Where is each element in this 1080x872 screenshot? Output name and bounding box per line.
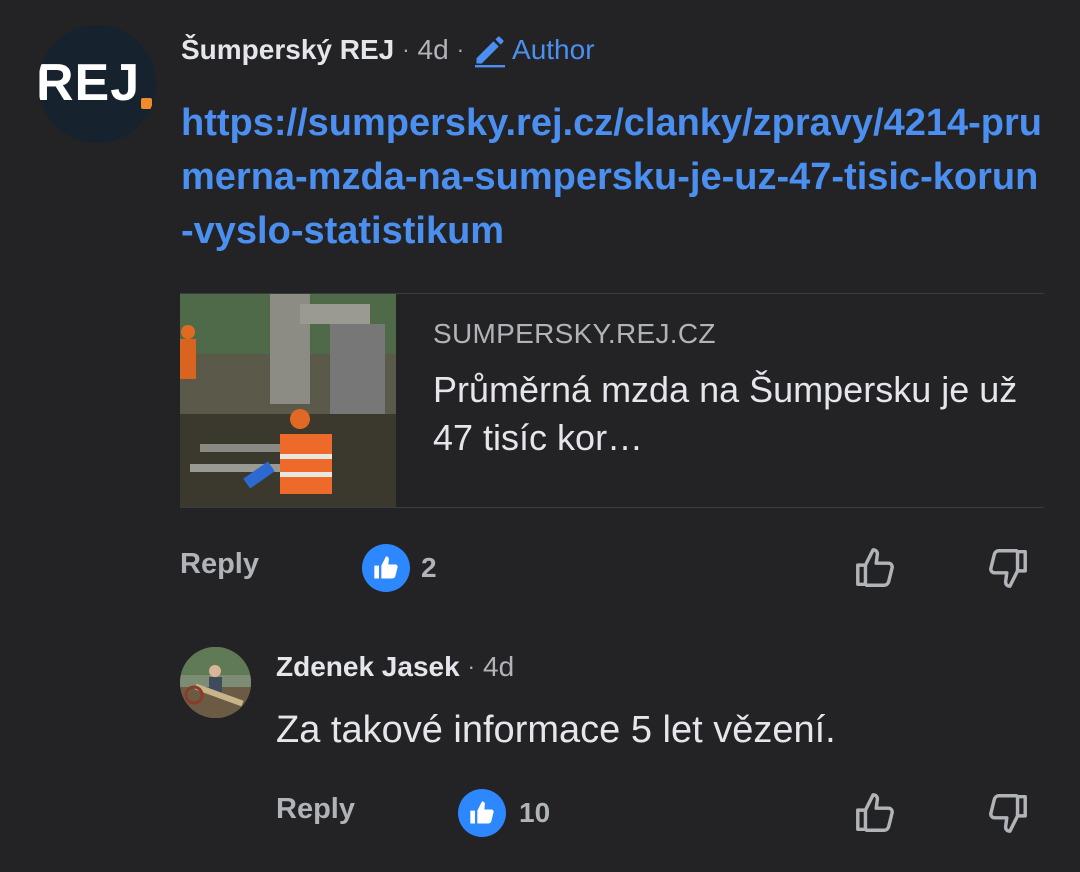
- thumbs-up-icon: [856, 548, 894, 587]
- page-avatar[interactable]: REJ: [38, 25, 156, 143]
- reply-author-name[interactable]: Zdenek Jasek: [276, 651, 460, 683]
- comment-author-name[interactable]: Šumperský REJ: [181, 34, 394, 66]
- thumbs-down-icon: [989, 549, 1027, 588]
- thumbs-up-icon: [856, 793, 894, 832]
- reply-text: Za takové informace 5 let vězení.: [276, 709, 836, 751]
- comment-actions: Reply 2: [180, 540, 1040, 596]
- separator-dot: ·: [456, 37, 465, 62]
- preview-domain: SUMPERSKY.REJ.CZ: [433, 318, 716, 349]
- comment-header: Šumperský REJ · 4d · Author: [181, 28, 595, 72]
- comment-link[interactable]: https://sumpersky.rej.cz/clanky/zpravy/4…: [181, 96, 1047, 258]
- separator-dot: ·: [402, 37, 410, 62]
- thumbs-up-badge-icon: [458, 789, 506, 837]
- author-badge-label: Author: [512, 34, 595, 65]
- author-badge: Author: [472, 32, 595, 68]
- reply-button[interactable]: Reply: [180, 548, 259, 581]
- like-button[interactable]: [848, 785, 904, 841]
- like-count[interactable]: 2: [421, 552, 437, 584]
- reply-button[interactable]: Reply: [276, 793, 355, 826]
- reply-avatar[interactable]: [180, 647, 251, 718]
- preview-thumbnail: [180, 294, 396, 507]
- like-count[interactable]: 10: [519, 797, 550, 829]
- link-preview-card[interactable]: SUMPERSKY.REJ.CZ Průměrná mzda na Šumper…: [180, 293, 1044, 508]
- reply-timestamp[interactable]: 4d: [483, 651, 514, 683]
- reply-header: Zdenek Jasek · 4d: [276, 645, 514, 689]
- rej-logo: REJ: [38, 54, 141, 112]
- separator-dot: ·: [467, 654, 475, 679]
- reply-actions: Reply 10: [276, 785, 1040, 841]
- thumbs-down-icon: [989, 794, 1027, 833]
- preview-title: Průměrná mzda na Šumpersku je už 47 tisí…: [433, 369, 1018, 458]
- logo-dot: [141, 98, 152, 109]
- thumbs-up-badge-icon: [362, 544, 410, 592]
- comment-timestamp[interactable]: 4d: [418, 34, 449, 66]
- dislike-button[interactable]: [979, 540, 1035, 596]
- dislike-button[interactable]: [979, 785, 1035, 841]
- pencil-icon: [475, 36, 506, 68]
- like-button[interactable]: [848, 540, 904, 596]
